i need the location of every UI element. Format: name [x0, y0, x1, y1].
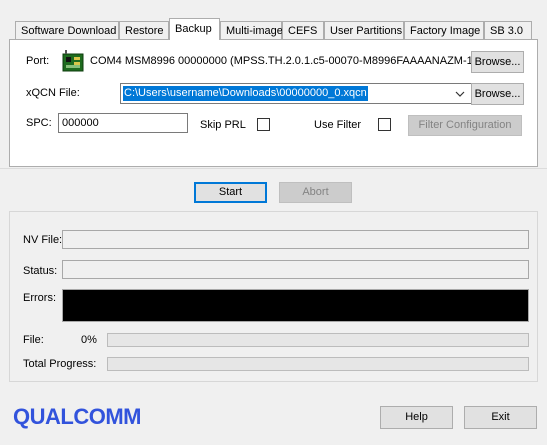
filter-configuration-button[interactable]: Filter Configuration	[408, 115, 522, 136]
status-label: Status:	[23, 265, 58, 277]
port-browse-button[interactable]: Browse...	[471, 51, 524, 73]
start-button[interactable]: Start	[194, 182, 267, 203]
chevron-down-icon[interactable]	[455, 89, 465, 101]
file-progress-bar	[107, 333, 529, 347]
xqcn-file-combobox[interactable]: C:\Users\username\Downloads\00000000_0.x…	[120, 83, 473, 104]
xqcn-browse-button[interactable]: Browse...	[471, 83, 524, 105]
tab-restore[interactable]: Restore	[119, 21, 169, 39]
tab-backup[interactable]: Backup	[169, 18, 220, 40]
file-label: File:	[23, 334, 44, 346]
xqcn-file-value: C:\Users\username\Downloads\00000000_0.x…	[123, 86, 368, 101]
xqcn-label: xQCN File:	[26, 87, 80, 99]
spc-input[interactable]: 000000	[58, 113, 188, 133]
status-field	[62, 260, 529, 279]
errors-box	[62, 289, 529, 322]
backup-panel: Port: COM4 MSM8996 00000000 (MPSS.TH.2.0…	[9, 39, 538, 167]
spc-label: SPC:	[26, 117, 52, 129]
use-filter-label: Use Filter	[314, 119, 362, 131]
port-label: Port:	[26, 55, 50, 67]
port-value: COM4 MSM8996 00000000 (MPSS.TH.2.0.1.c5-…	[90, 55, 473, 67]
tab-factory-image[interactable]: Factory Image	[404, 21, 484, 39]
errors-label: Errors:	[23, 292, 56, 304]
skip-prl-checkbox[interactable]	[257, 118, 270, 131]
file-percent: 0%	[81, 334, 97, 346]
status-group: NV File: Status: Errors: File: 0% Total …	[9, 211, 538, 382]
abort-button[interactable]: Abort	[279, 182, 352, 203]
total-progress-label: Total Progress:	[23, 358, 97, 370]
nv-file-label: NV File:	[23, 234, 63, 246]
exit-button[interactable]: Exit	[464, 406, 537, 429]
tab-multi-image[interactable]: Multi-image	[220, 21, 283, 39]
skip-prl-label: Skip PRL	[200, 119, 246, 131]
total-progress-bar	[107, 357, 529, 371]
tab-software-download[interactable]: Software Download	[15, 21, 119, 39]
tab-cefs[interactable]: CEFS	[282, 21, 324, 39]
help-button[interactable]: Help	[380, 406, 453, 429]
qualcomm-logo: QUALCOMM	[13, 404, 141, 429]
tab-user-partitions[interactable]: User Partitions	[324, 21, 404, 39]
use-filter-checkbox[interactable]	[378, 118, 391, 131]
usb-device-icon	[61, 50, 85, 74]
tab-sb-3[interactable]: SB 3.0	[484, 21, 532, 39]
nv-file-field	[62, 230, 529, 249]
divider	[0, 168, 547, 169]
